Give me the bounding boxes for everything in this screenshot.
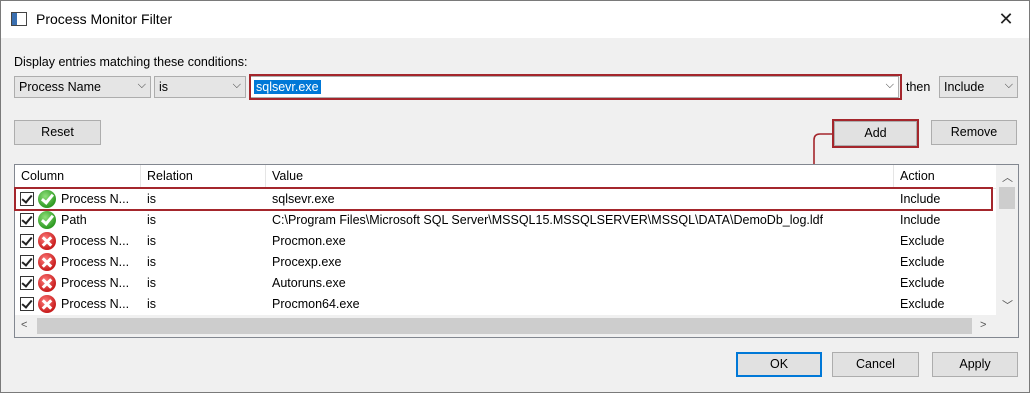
enabled-checkbox[interactable] [20, 213, 34, 227]
title-bar: Process Monitor Filter ✕ [1, 1, 1029, 38]
header-value[interactable]: Value [266, 165, 894, 188]
close-icon[interactable]: ✕ [991, 5, 1021, 33]
enabled-checkbox[interactable] [20, 234, 34, 248]
list-item[interactable]: Process N... is Autoruns.exe Exclude [15, 273, 996, 294]
action-select-value: Include [944, 80, 985, 94]
relation-select[interactable]: is ⌵ [154, 76, 246, 98]
list-item[interactable]: Process N... is Procexp.exe Exclude [15, 252, 996, 273]
row-value: C:\Program Files\Microsoft SQL Server\MS… [272, 213, 824, 227]
header-action[interactable]: Action [894, 165, 996, 188]
red-x-icon [38, 253, 56, 271]
row-relation: is [147, 297, 157, 311]
enabled-checkbox[interactable] [20, 276, 34, 290]
chevron-down-icon: ⌵ [137, 79, 146, 91]
row-action: Exclude [900, 297, 945, 311]
action-select[interactable]: Include ⌵ [939, 76, 1018, 98]
row-action: Include [900, 213, 941, 227]
row-action: Exclude [900, 255, 945, 269]
red-x-icon [38, 232, 56, 250]
row-column: Process N... [61, 276, 130, 290]
row-column: Path [61, 213, 87, 227]
horizontal-scrollbar[interactable]: < > [15, 315, 996, 337]
vertical-scrollbar[interactable]: ︿ ﹀ [996, 165, 1018, 315]
list-item[interactable]: Path is C:\Program Files\Microsoft SQL S… [15, 210, 996, 231]
row-column: Process N... [61, 234, 130, 248]
relation-select-value: is [159, 80, 169, 94]
value-highlight-annotation [249, 74, 902, 100]
row-relation: is [147, 213, 157, 227]
row-highlight-annotation [14, 187, 993, 211]
row-action: Exclude [900, 234, 945, 248]
chevron-right-icon[interactable]: > [980, 319, 986, 331]
column-select[interactable]: Process Name ⌵ [14, 76, 151, 98]
apply-button[interactable]: Apply [932, 352, 1018, 377]
green-check-icon [38, 211, 56, 229]
red-x-icon [38, 295, 56, 313]
chevron-left-icon[interactable]: < [21, 319, 27, 331]
red-x-icon [38, 274, 56, 292]
row-relation: is [147, 255, 157, 269]
enabled-checkbox[interactable] [20, 255, 34, 269]
enabled-checkbox[interactable] [20, 297, 34, 311]
instruction-label: Display entries matching these condition… [14, 55, 248, 69]
list-item[interactable]: Process N... is Procmon.exe Exclude [15, 231, 996, 252]
row-relation: is [147, 276, 157, 290]
remove-button[interactable]: Remove [931, 120, 1017, 145]
row-value: Procexp.exe [272, 255, 342, 269]
chevron-down-icon: ⌵ [232, 79, 241, 91]
horizontal-scroll-thumb[interactable] [37, 318, 972, 334]
list-item[interactable]: Process N... is Procmon64.exe Exclude [15, 294, 996, 315]
reset-button[interactable]: Reset [14, 120, 101, 145]
window-title: Process Monitor Filter [36, 11, 173, 27]
vertical-scroll-thumb[interactable] [999, 187, 1015, 209]
chevron-down-icon: ⌵ [1004, 79, 1013, 91]
row-relation: is [147, 234, 157, 248]
row-action: Exclude [900, 276, 945, 290]
row-value: Autoruns.exe [272, 276, 346, 290]
row-column: Process N... [61, 255, 130, 269]
scrollbar-corner [996, 315, 1018, 337]
then-label: then [906, 80, 931, 94]
header-relation[interactable]: Relation [141, 165, 266, 188]
column-select-value: Process Name [19, 80, 101, 94]
chevron-up-icon[interactable]: ︿ [1002, 169, 1013, 185]
app-icon [11, 12, 27, 26]
header-column[interactable]: Column [15, 165, 141, 188]
process-monitor-filter-dialog: Process Monitor Filter ✕ Display entries… [0, 0, 1030, 393]
chevron-down-icon[interactable]: ﹀ [1002, 297, 1013, 313]
row-column: Process N... [61, 297, 130, 311]
list-header: Column Relation Value Action [15, 165, 996, 189]
ok-button[interactable]: OK [736, 352, 822, 377]
cancel-button[interactable]: Cancel [832, 352, 919, 377]
row-value: Procmon.exe [272, 234, 346, 248]
row-value: Procmon64.exe [272, 297, 360, 311]
